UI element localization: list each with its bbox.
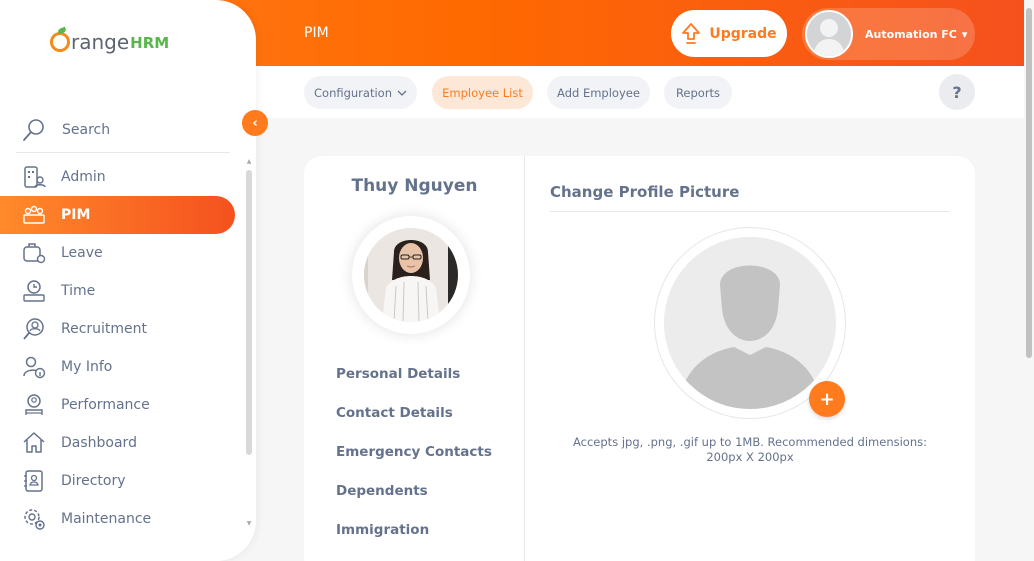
user-silhouette-icon	[807, 12, 851, 56]
sidebar-item-label: Directory	[61, 473, 126, 489]
tab-immigration[interactable]: Immigration	[336, 522, 429, 538]
sidebar-item-admin[interactable]: Admin	[0, 158, 235, 196]
user-dropdown[interactable]: Automation FC ▾	[802, 8, 975, 60]
sidebar-item-label: Maintenance	[61, 511, 152, 527]
section-title: Change Profile Picture	[550, 183, 740, 201]
upgrade-icon	[682, 22, 701, 44]
subnav-employee-list[interactable]: Employee List	[432, 76, 533, 109]
tab-emergency-contacts[interactable]: Emergency Contacts	[336, 444, 492, 460]
profile-picture-placeholder	[664, 237, 836, 409]
recruitment-icon	[23, 318, 44, 340]
sidebar-scroll-thumb[interactable]	[246, 170, 252, 455]
sidebar-item-time[interactable]: Time	[0, 272, 235, 310]
sidebar-item-dashboard[interactable]: Dashboard	[0, 424, 235, 462]
sidebar-search[interactable]: Search	[16, 108, 230, 153]
orangehrm-logo: range HRM	[50, 30, 169, 54]
subnav-label: Configuration	[314, 85, 392, 100]
employee-photo	[364, 228, 458, 322]
pim-icon	[23, 205, 45, 224]
sidebar: range HRM Search Admin PIM Leave Time Re…	[0, 0, 256, 561]
sidebar-item-my-info[interactable]: My Info	[0, 348, 235, 386]
employee-portrait-image	[364, 228, 458, 322]
module-title: PIM	[304, 25, 329, 41]
admin-icon	[24, 166, 46, 188]
user-avatar	[805, 10, 853, 58]
my-info-icon	[23, 356, 46, 379]
subnav-configuration[interactable]: Configuration	[304, 76, 417, 109]
sidebar-item-directory[interactable]: Directory	[0, 462, 235, 500]
employee-photo-frame[interactable]	[352, 216, 470, 334]
search-label: Search	[62, 122, 111, 138]
subnav-add-employee[interactable]: Add Employee	[547, 76, 650, 109]
subnav-reports[interactable]: Reports	[664, 76, 732, 109]
page-scrollbar[interactable]	[1024, 0, 1034, 561]
scroll-up-arrow-icon[interactable]: ▲	[245, 158, 253, 165]
leave-icon	[23, 243, 46, 264]
tab-personal-details[interactable]: Personal Details	[336, 366, 460, 382]
logo-o-mark	[50, 32, 70, 52]
sidebar-scrollbar[interactable]: ▲ ▼	[245, 158, 253, 530]
time-icon	[23, 280, 45, 302]
employee-summary-panel: Thuy Nguyen Personal Details Contact Det…	[304, 156, 525, 561]
page-scroll-thumb[interactable]	[1026, 8, 1032, 358]
employee-name: Thuy Nguyen	[351, 176, 478, 196]
sidebar-item-recruitment[interactable]: Recruitment	[0, 310, 235, 348]
caret-down-icon: ▾	[961, 27, 968, 41]
help-button[interactable]: ?	[939, 74, 975, 110]
logo-text: range	[71, 30, 130, 54]
employee-profile-card: Thuy Nguyen Personal Details Contact Det…	[304, 156, 975, 561]
subnav-label: Reports	[675, 85, 721, 100]
performance-icon	[25, 394, 43, 415]
sidebar-item-label: Recruitment	[61, 321, 148, 337]
sidebar-item-label: My Info	[61, 359, 113, 375]
directory-icon	[24, 470, 43, 492]
sidebar-item-label: Time	[61, 283, 96, 299]
default-avatar-icon	[664, 237, 836, 409]
upgrade-button[interactable]: Upgrade	[671, 10, 787, 57]
scroll-down-arrow-icon[interactable]: ▼	[245, 520, 253, 527]
sidebar-item-label: Admin	[61, 169, 106, 185]
add-photo-button[interactable]: +	[809, 381, 845, 417]
upload-hint: Accepts jpg, .png, .gif up to 1MB. Recom…	[573, 435, 927, 464]
tab-contact-details[interactable]: Contact Details	[336, 405, 453, 421]
subnav-label: Add Employee	[557, 85, 640, 100]
sidebar-item-pim[interactable]: PIM	[0, 196, 235, 234]
tab-dependents[interactable]: Dependents	[336, 483, 428, 499]
sidebar-item-label: Performance	[61, 397, 150, 413]
sidebar-collapse-button[interactable]: ‹	[242, 110, 268, 136]
sidebar-item-label: Dashboard	[61, 435, 137, 451]
sub-navigation: Configuration Employee List Add Employee…	[256, 66, 1024, 118]
user-name: Automation FC	[865, 27, 957, 41]
subnav-label: Employee List	[442, 85, 523, 100]
sidebar-item-leave[interactable]: Leave	[0, 234, 235, 272]
sidebar-item-maintenance[interactable]: Maintenance	[0, 500, 235, 538]
sidebar-item-label: PIM	[61, 207, 91, 223]
upgrade-label: Upgrade	[709, 25, 777, 42]
sidebar-item-performance[interactable]: Performance	[0, 386, 235, 424]
maintenance-icon	[24, 509, 45, 530]
divider	[550, 211, 950, 212]
dashboard-icon	[23, 432, 45, 453]
sidebar-item-label: Leave	[61, 245, 103, 261]
chevron-down-icon	[397, 90, 407, 96]
logo-hrm-text: HRM	[130, 34, 170, 52]
search-icon	[23, 119, 44, 141]
